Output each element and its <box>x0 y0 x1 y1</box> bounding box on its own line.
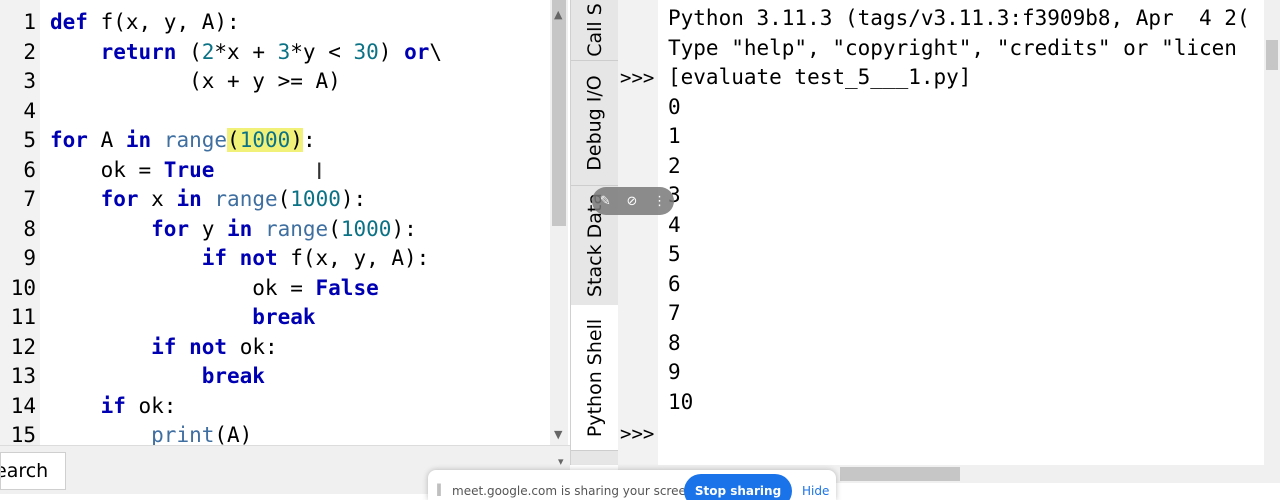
hide-button[interactable]: Hide <box>802 484 829 498</box>
mute-icon[interactable]: ⊘ <box>626 194 637 209</box>
code-line[interactable]: ok = False <box>50 274 378 304</box>
shell-prompt: >>> <box>620 423 655 445</box>
shell-output-line: [evaluate test_5___1.py] <box>668 65 972 89</box>
line-number: 6 <box>23 157 36 182</box>
more-icon[interactable]: ⋮ <box>653 194 666 209</box>
screen-share-notification: ‖ meet.google.com is sharing your screen… <box>428 470 836 500</box>
code-line[interactable]: ok = True <box>50 156 215 186</box>
line-number: 13 <box>10 364 36 388</box>
line-number-gutter: 1 2 3 4 5 6 7 8 9 10 11 12 13 14 15 <box>0 0 40 447</box>
line-number: 11 <box>10 305 36 329</box>
tab-python-shell[interactable]: Python Shell <box>571 305 619 451</box>
line-number: 14 <box>10 393 36 418</box>
code-line[interactable]: break <box>50 303 315 333</box>
shell-output-line: 9 <box>668 360 681 384</box>
code-line[interactable]: def f(x, y, A): <box>50 8 240 38</box>
shell-output-line: 8 <box>668 330 681 355</box>
tab-label: Debug I/O <box>584 74 607 171</box>
line-number: 7 <box>23 187 36 211</box>
code-line[interactable]: break <box>50 362 265 392</box>
code-line[interactable]: for A in range(1000): <box>50 126 316 156</box>
shell-output-line: Python 3.11.3 (tags/v3.11.3:f3909b8, Apr… <box>668 6 1250 30</box>
code-line[interactable]: if not f(x, y, A): <box>50 244 430 274</box>
line-number: 1 <box>23 10 36 34</box>
line-number: 5 <box>23 128 36 152</box>
text-cursor-icon: I <box>316 160 323 185</box>
shell-output-line: 2 <box>668 153 681 178</box>
line-number: 10 <box>10 275 36 300</box>
code-line[interactable]: for x in range(1000): <box>50 185 367 215</box>
code-line[interactable]: (x + y >= A) <box>50 67 341 97</box>
shell-output-line: 1 <box>668 124 681 148</box>
pin-icon[interactable]: ✎ <box>600 194 611 209</box>
drag-handle-icon[interactable]: ‖ <box>436 482 442 496</box>
line-number: 2 <box>23 39 36 64</box>
tab-call-stack[interactable]: Call S <box>571 0 619 61</box>
tab-label: Call S <box>584 3 607 57</box>
code-line[interactable]: if ok: <box>50 392 177 422</box>
shell-output-line: 6 <box>668 271 681 296</box>
shell-output-line: 4 <box>668 212 681 237</box>
shell-output-line: Type "help", "copyright", "credits" or "… <box>668 35 1237 60</box>
shell-horizontal-thumb[interactable] <box>840 467 960 481</box>
line-number: 4 <box>23 98 36 123</box>
line-number: 3 <box>23 69 36 93</box>
shell-output-line: 0 <box>668 94 681 119</box>
dropdown-arrow-icon[interactable]: ▾ <box>558 455 564 468</box>
shell-output-line: 7 <box>668 301 681 325</box>
shell-output-line: 5 <box>668 242 681 266</box>
code-line[interactable]: if not ok: <box>50 333 277 363</box>
line-number: 9 <box>23 246 36 270</box>
tab-debug-io[interactable]: Debug I/O <box>571 60 619 186</box>
code-line[interactable]: return (2*x + 3*y < 30) or\ <box>50 38 442 68</box>
shell-prompt: >>> <box>620 67 655 89</box>
tab-label: Python Shell <box>584 318 606 437</box>
line-number: 12 <box>10 334 36 359</box>
code-line[interactable]: for y in range(1000): <box>50 215 417 245</box>
recording-controls[interactable]: ✎ ⊘ ⋮ <box>592 187 674 215</box>
shell-output-line: 10 <box>668 389 694 414</box>
editor-scroll-thumb[interactable] <box>552 0 566 226</box>
share-message: meet.google.com is sharing your screen. <box>452 484 698 498</box>
scroll-up-arrow-icon[interactable]: ▲ <box>554 8 562 21</box>
search-tab[interactable]: earch <box>0 452 66 490</box>
stop-sharing-button[interactable]: Stop sharing <box>684 474 792 500</box>
side-tab-strip: Call S Debug I/O Stack Data Python Shell <box>570 0 619 465</box>
line-number: 8 <box>23 216 36 241</box>
scroll-down-arrow-icon[interactable]: ▼ <box>554 428 562 441</box>
shell-scroll-thumb[interactable] <box>1266 40 1278 70</box>
